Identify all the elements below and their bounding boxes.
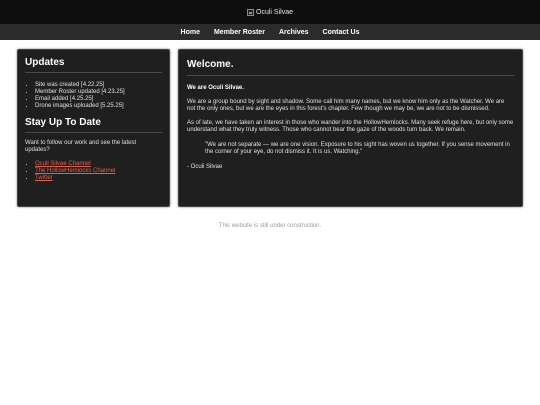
social-links-list: Oculi Silvae Channel The HollowHemlocks … [25,161,162,182]
nav-member-roster[interactable]: Member Roster [213,29,266,36]
oculi-silvae-channel-link[interactable]: Oculi Silvae Channel [35,161,91,167]
list-item: Drone images uploaded [5.25.25] [35,103,162,110]
footer-notice: This website is still under construction… [218,223,322,229]
welcome-paragraph-1: We are a group bound by sight and shadow… [187,99,505,112]
list-item: Oculi Silvae Channel [35,161,162,168]
welcome-panel: Welcome. We are Oculi Silvae. We are a g… [178,49,523,207]
logo-alt-text: Oculi Silvae [256,8,293,16]
list-item: Email added [4.25.25] [35,96,162,103]
nav-home[interactable]: Home [180,29,201,36]
list-item: Twitter [35,175,162,182]
site-logo[interactable]: Oculi Silvae [247,8,293,16]
welcome-quote: "We are not separate — we are one vision… [205,142,510,155]
welcome-intro: We are Oculi Silvae. [187,85,244,91]
stay-up-to-date-title: Stay Up To Date [25,117,162,133]
list-item: Site was created [4.22.25] [35,82,162,89]
broken-image-icon [247,8,255,16]
main-nav: Home Member Roster Archives Contact Us [0,24,540,40]
stay-up-to-date-text: Want to follow our work and see the late… [25,140,137,153]
site-header: Oculi Silvae [0,0,540,24]
welcome-signature: - Oculi Silvae [187,164,223,170]
hollowhemlocks-channel-link[interactable]: The HollowHemlocks Channel [35,168,115,174]
nav-contact-us[interactable]: Contact Us [322,29,361,36]
updates-list: Site was created [4.22.25] Member Roster… [25,82,162,110]
twitter-link[interactable]: Twitter [35,175,53,181]
list-item: Member Roster updated [4.23.25] [35,89,162,96]
welcome-title: Welcome. [187,59,514,76]
welcome-paragraph-2: As of late, we have taken an interest in… [187,120,514,133]
nav-archives[interactable]: Archives [278,29,310,36]
list-item: The HollowHemlocks Channel [35,168,162,175]
updates-title: Updates [25,57,162,73]
updates-panel: Updates Site was created [4.22.25] Membe… [17,49,170,207]
